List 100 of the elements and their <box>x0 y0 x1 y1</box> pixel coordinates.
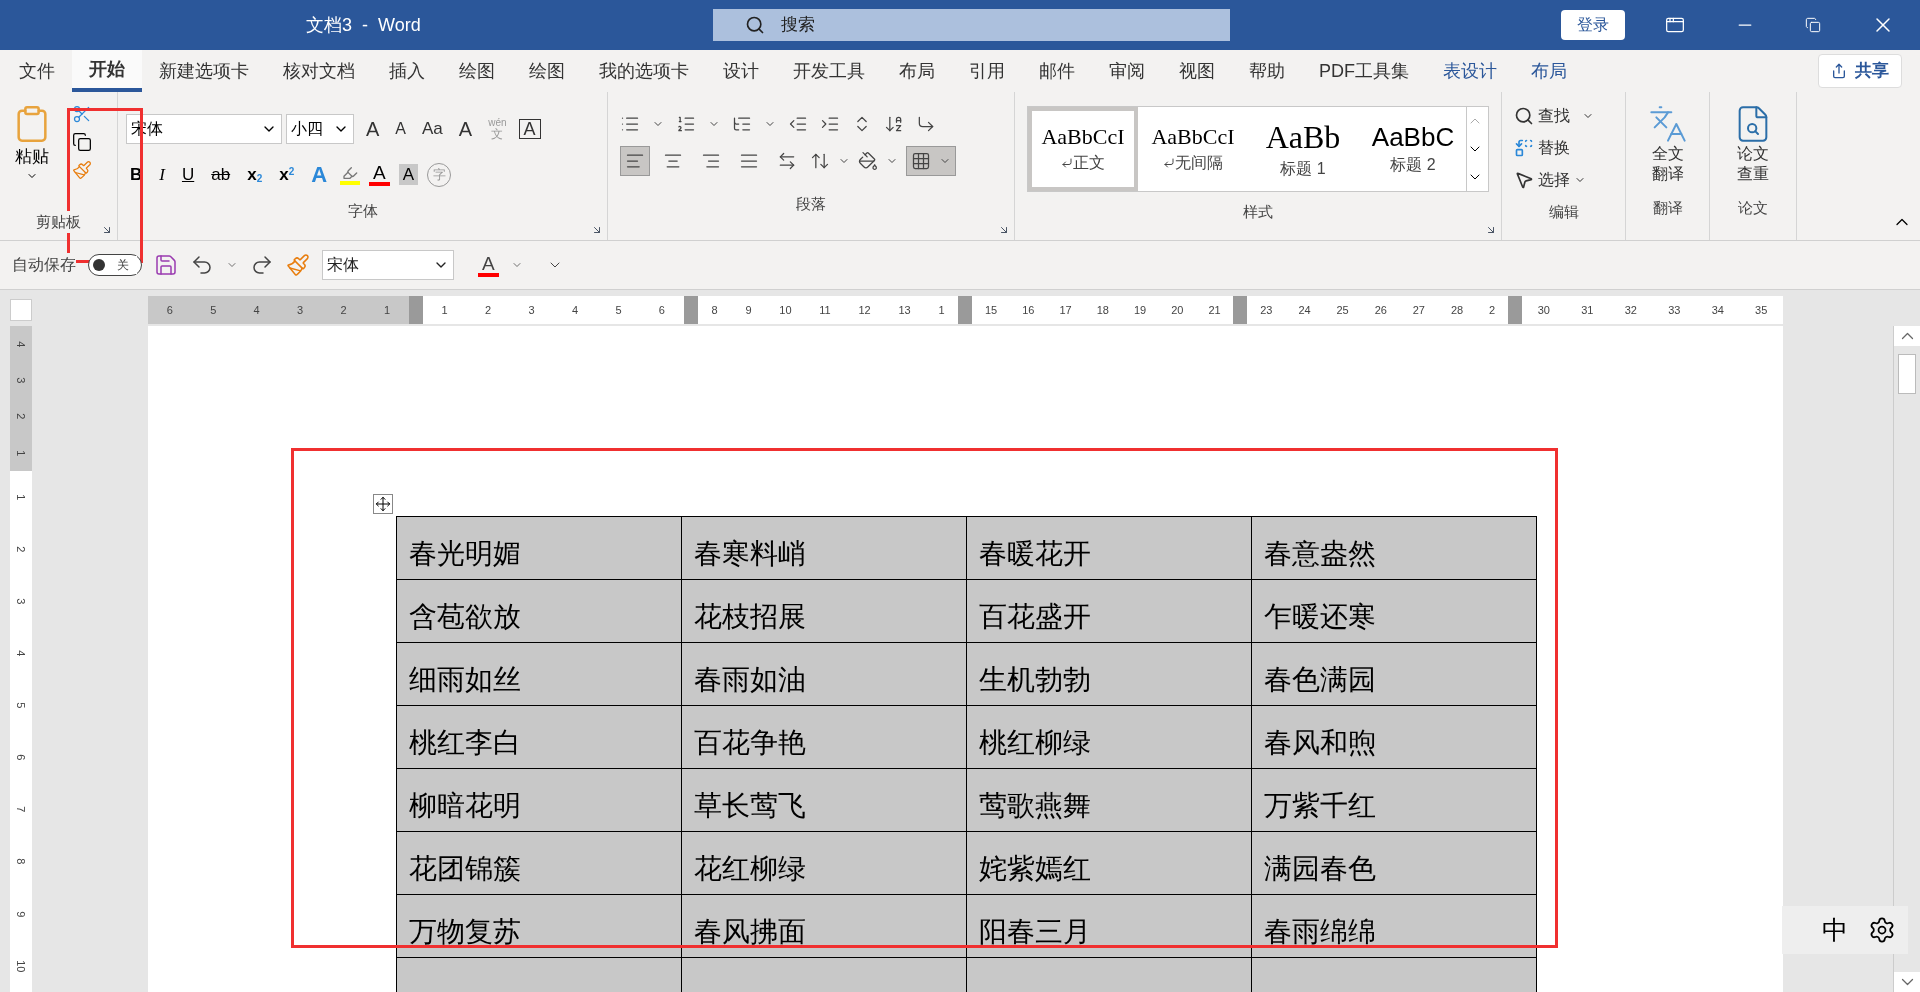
ime-mode[interactable]: 中 <box>1822 910 1848 950</box>
select-button[interactable]: 选择 <box>1514 168 1613 192</box>
replace-icon[interactable] <box>1514 138 1534 158</box>
ruler-number: 1 <box>441 302 448 318</box>
style-item[interactable]: AaBbCcI 正文 <box>1028 107 1138 191</box>
sort-icon[interactable] <box>884 114 904 134</box>
dialog-launcher-icon[interactable] <box>1485 224 1497 236</box>
dialog-launcher-icon[interactable] <box>591 224 603 236</box>
ruler-number: 11 <box>819 302 831 318</box>
ribbon-tab[interactable]: PDF工具集 <box>1302 50 1426 92</box>
borders-icon[interactable] <box>911 151 931 171</box>
ruler-number: 8 <box>14 858 29 865</box>
ruler-number: 26 <box>1374 302 1387 318</box>
column-marker-icon[interactable] <box>958 296 973 324</box>
ribbon-tab[interactable]: 审阅 <box>1092 50 1162 92</box>
paintbrush-icon[interactable] <box>286 253 310 277</box>
table-cell: 春暖花开 <box>966 516 1252 580</box>
settings-icon[interactable] <box>1868 916 1896 944</box>
save-icon[interactable] <box>154 253 178 277</box>
style-item[interactable]: AaBb 标题 1 <box>1248 107 1358 191</box>
font-size-field[interactable]: 小四 <box>286 114 354 144</box>
strikethrough-button[interactable]: ab <box>207 161 235 188</box>
ruler-number: 4 <box>571 302 579 318</box>
shading-icon[interactable] <box>858 151 878 171</box>
ruler-number: 16 <box>1022 302 1035 318</box>
subscript-button[interactable]: x$_{2}$ <box>243 161 267 188</box>
ribbon-tab[interactable]: 我的选项卡 <box>582 50 706 92</box>
ribbon-tab[interactable]: 视图 <box>1162 50 1232 92</box>
ribbon-tab[interactable]: 新建选项卡 <box>142 50 266 92</box>
plagiarism-check-button[interactable]: 论文查重 <box>1733 104 1773 184</box>
character-border-button[interactable]: A <box>518 119 541 139</box>
ribbon-tab[interactable]: 绘图 <box>442 50 512 92</box>
column-marker-icon[interactable] <box>1233 296 1248 324</box>
search-icon[interactable] <box>745 15 765 35</box>
ime-indicator[interactable]: 中 <box>1782 906 1908 954</box>
arrow-icon[interactable] <box>916 114 936 134</box>
scroll-up-icon[interactable] <box>1894 326 1920 346</box>
table-cell: 春光明媚 <box>396 516 682 580</box>
ribbon-tab[interactable]: 邮件 <box>1022 50 1092 92</box>
ribbon-tab[interactable]: 布局 <box>882 50 952 92</box>
ribbon-tab[interactable]: 开始 <box>72 50 142 92</box>
scissors-icon[interactable] <box>72 104 92 124</box>
restore-icon[interactable] <box>1805 17 1821 33</box>
table-cell: 春风拂面 <box>681 894 967 958</box>
share-button[interactable]: 共享 <box>1818 54 1902 88</box>
ribbon-tab[interactable]: 开发工具 <box>776 50 882 92</box>
replace-button[interactable]: 替换 <box>1514 136 1613 160</box>
style-item[interactable]: AaBbC 标题 2 <box>1358 107 1466 191</box>
ribbon-tab[interactable]: 布局 <box>1514 50 1584 92</box>
pointer-icon[interactable] <box>1514 170 1534 190</box>
scroll-down-icon[interactable] <box>1894 972 1920 992</box>
ribbon-tab[interactable]: 表设计 <box>1426 50 1514 92</box>
clear-formatting-button[interactable]: A <box>454 114 477 144</box>
font-name-field[interactable]: 宋体 <box>322 250 454 280</box>
search-icon[interactable] <box>1514 106 1534 126</box>
copy-icon[interactable] <box>72 132 92 152</box>
grow-font-button[interactable]: A <box>362 114 384 144</box>
share-icon[interactable] <box>1831 63 1847 79</box>
find-button[interactable]: 查找 <box>1514 104 1613 128</box>
style-item[interactable]: AaBbCcI 无间隔 <box>1138 107 1248 191</box>
login-button[interactable]: 登录 <box>1561 10 1625 40</box>
column-marker-icon[interactable] <box>1508 296 1523 324</box>
highlight-icon[interactable] <box>340 164 361 185</box>
font-color-button[interactable]: A <box>478 253 499 277</box>
shrink-font-button[interactable]: A <box>391 117 410 141</box>
translate-icon[interactable] <box>1647 104 1688 144</box>
undo-icon[interactable] <box>190 253 214 277</box>
ribbon-tab[interactable]: 设计 <box>706 50 776 92</box>
ribbon-tab[interactable]: 插入 <box>372 50 442 92</box>
ruler-number: 4 <box>14 650 29 657</box>
ribbon-tab[interactable]: 绘图 <box>512 50 582 92</box>
borders-button[interactable] <box>906 146 956 176</box>
underline-button[interactable]: U <box>177 161 199 188</box>
change-case-button[interactable]: Aa <box>418 116 447 142</box>
ribbon-tab[interactable]: 核对文档 <box>266 50 372 92</box>
translate-button[interactable]: 全文翻译 <box>1647 104 1688 184</box>
paintbrush-icon[interactable] <box>72 160 92 180</box>
line-spacing-icon[interactable] <box>810 151 830 171</box>
table-move-handle-icon[interactable] <box>373 494 393 514</box>
superscript-button[interactable]: x$^{2}$ <box>275 161 299 188</box>
dialog-launcher-icon[interactable] <box>998 224 1010 236</box>
ribbon-tab[interactable]: 引用 <box>952 50 1022 92</box>
ruler-number: 30 <box>1537 302 1550 318</box>
ruler-number: 35 <box>1755 302 1768 318</box>
font-color-button[interactable]: A <box>369 163 390 186</box>
ribbon-tab[interactable]: 帮助 <box>1232 50 1302 92</box>
dialog-launcher-icon[interactable] <box>101 224 113 236</box>
italic-button[interactable]: I <box>155 161 169 188</box>
autosave-toggle[interactable]: 关 <box>88 254 142 276</box>
search-field[interactable]: 搜索 <box>713 9 1230 41</box>
ribbon-tab[interactable]: 文件 <box>2 50 72 92</box>
redo-icon[interactable] <box>250 253 274 277</box>
ruler-number: 6 <box>658 302 665 318</box>
scrollbar-thumb[interactable] <box>1898 354 1916 394</box>
ribbon-display-icon[interactable] <box>1665 15 1685 35</box>
ruler-number: 4 <box>14 341 29 348</box>
numbered-list-icon[interactable] <box>676 114 696 134</box>
paste-button[interactable]: 粘贴 <box>12 104 52 204</box>
character-shading-button[interactable]: A <box>398 163 419 186</box>
ruler-number: 3 <box>297 302 304 318</box>
